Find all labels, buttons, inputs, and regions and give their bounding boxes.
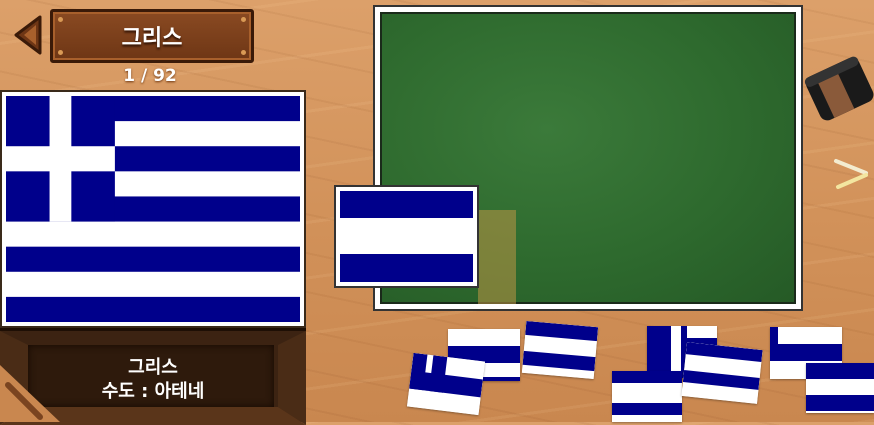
drop-target-highlight bbox=[478, 210, 516, 304]
piece-stripes bbox=[681, 342, 763, 404]
puzzle-piece[interactable] bbox=[612, 371, 682, 422]
eraser-icon[interactable] bbox=[800, 48, 874, 128]
piece-stripes bbox=[612, 371, 682, 422]
page-title: 그리스 bbox=[121, 26, 183, 51]
progress-counter: 1 / 92 bbox=[123, 66, 177, 86]
puzzle-piece[interactable] bbox=[681, 342, 763, 404]
piece-stripes bbox=[340, 191, 473, 282]
piece-stripes bbox=[521, 320, 599, 380]
title-plate: 그리스 bbox=[50, 9, 254, 63]
back-triangle-icon bbox=[14, 15, 42, 55]
corner-bracket bbox=[0, 365, 60, 422]
piece-stripes bbox=[406, 352, 486, 416]
puzzle-piece-held[interactable] bbox=[334, 185, 479, 288]
back-button[interactable] bbox=[12, 14, 44, 56]
chalk-icon[interactable] bbox=[832, 155, 874, 191]
greece-flag-image bbox=[6, 96, 300, 322]
puzzle-piece[interactable] bbox=[806, 363, 874, 413]
piece-stripes bbox=[806, 363, 874, 413]
puzzle-piece[interactable] bbox=[521, 320, 599, 380]
puzzle-piece[interactable] bbox=[406, 352, 486, 416]
reference-flag bbox=[0, 90, 306, 328]
